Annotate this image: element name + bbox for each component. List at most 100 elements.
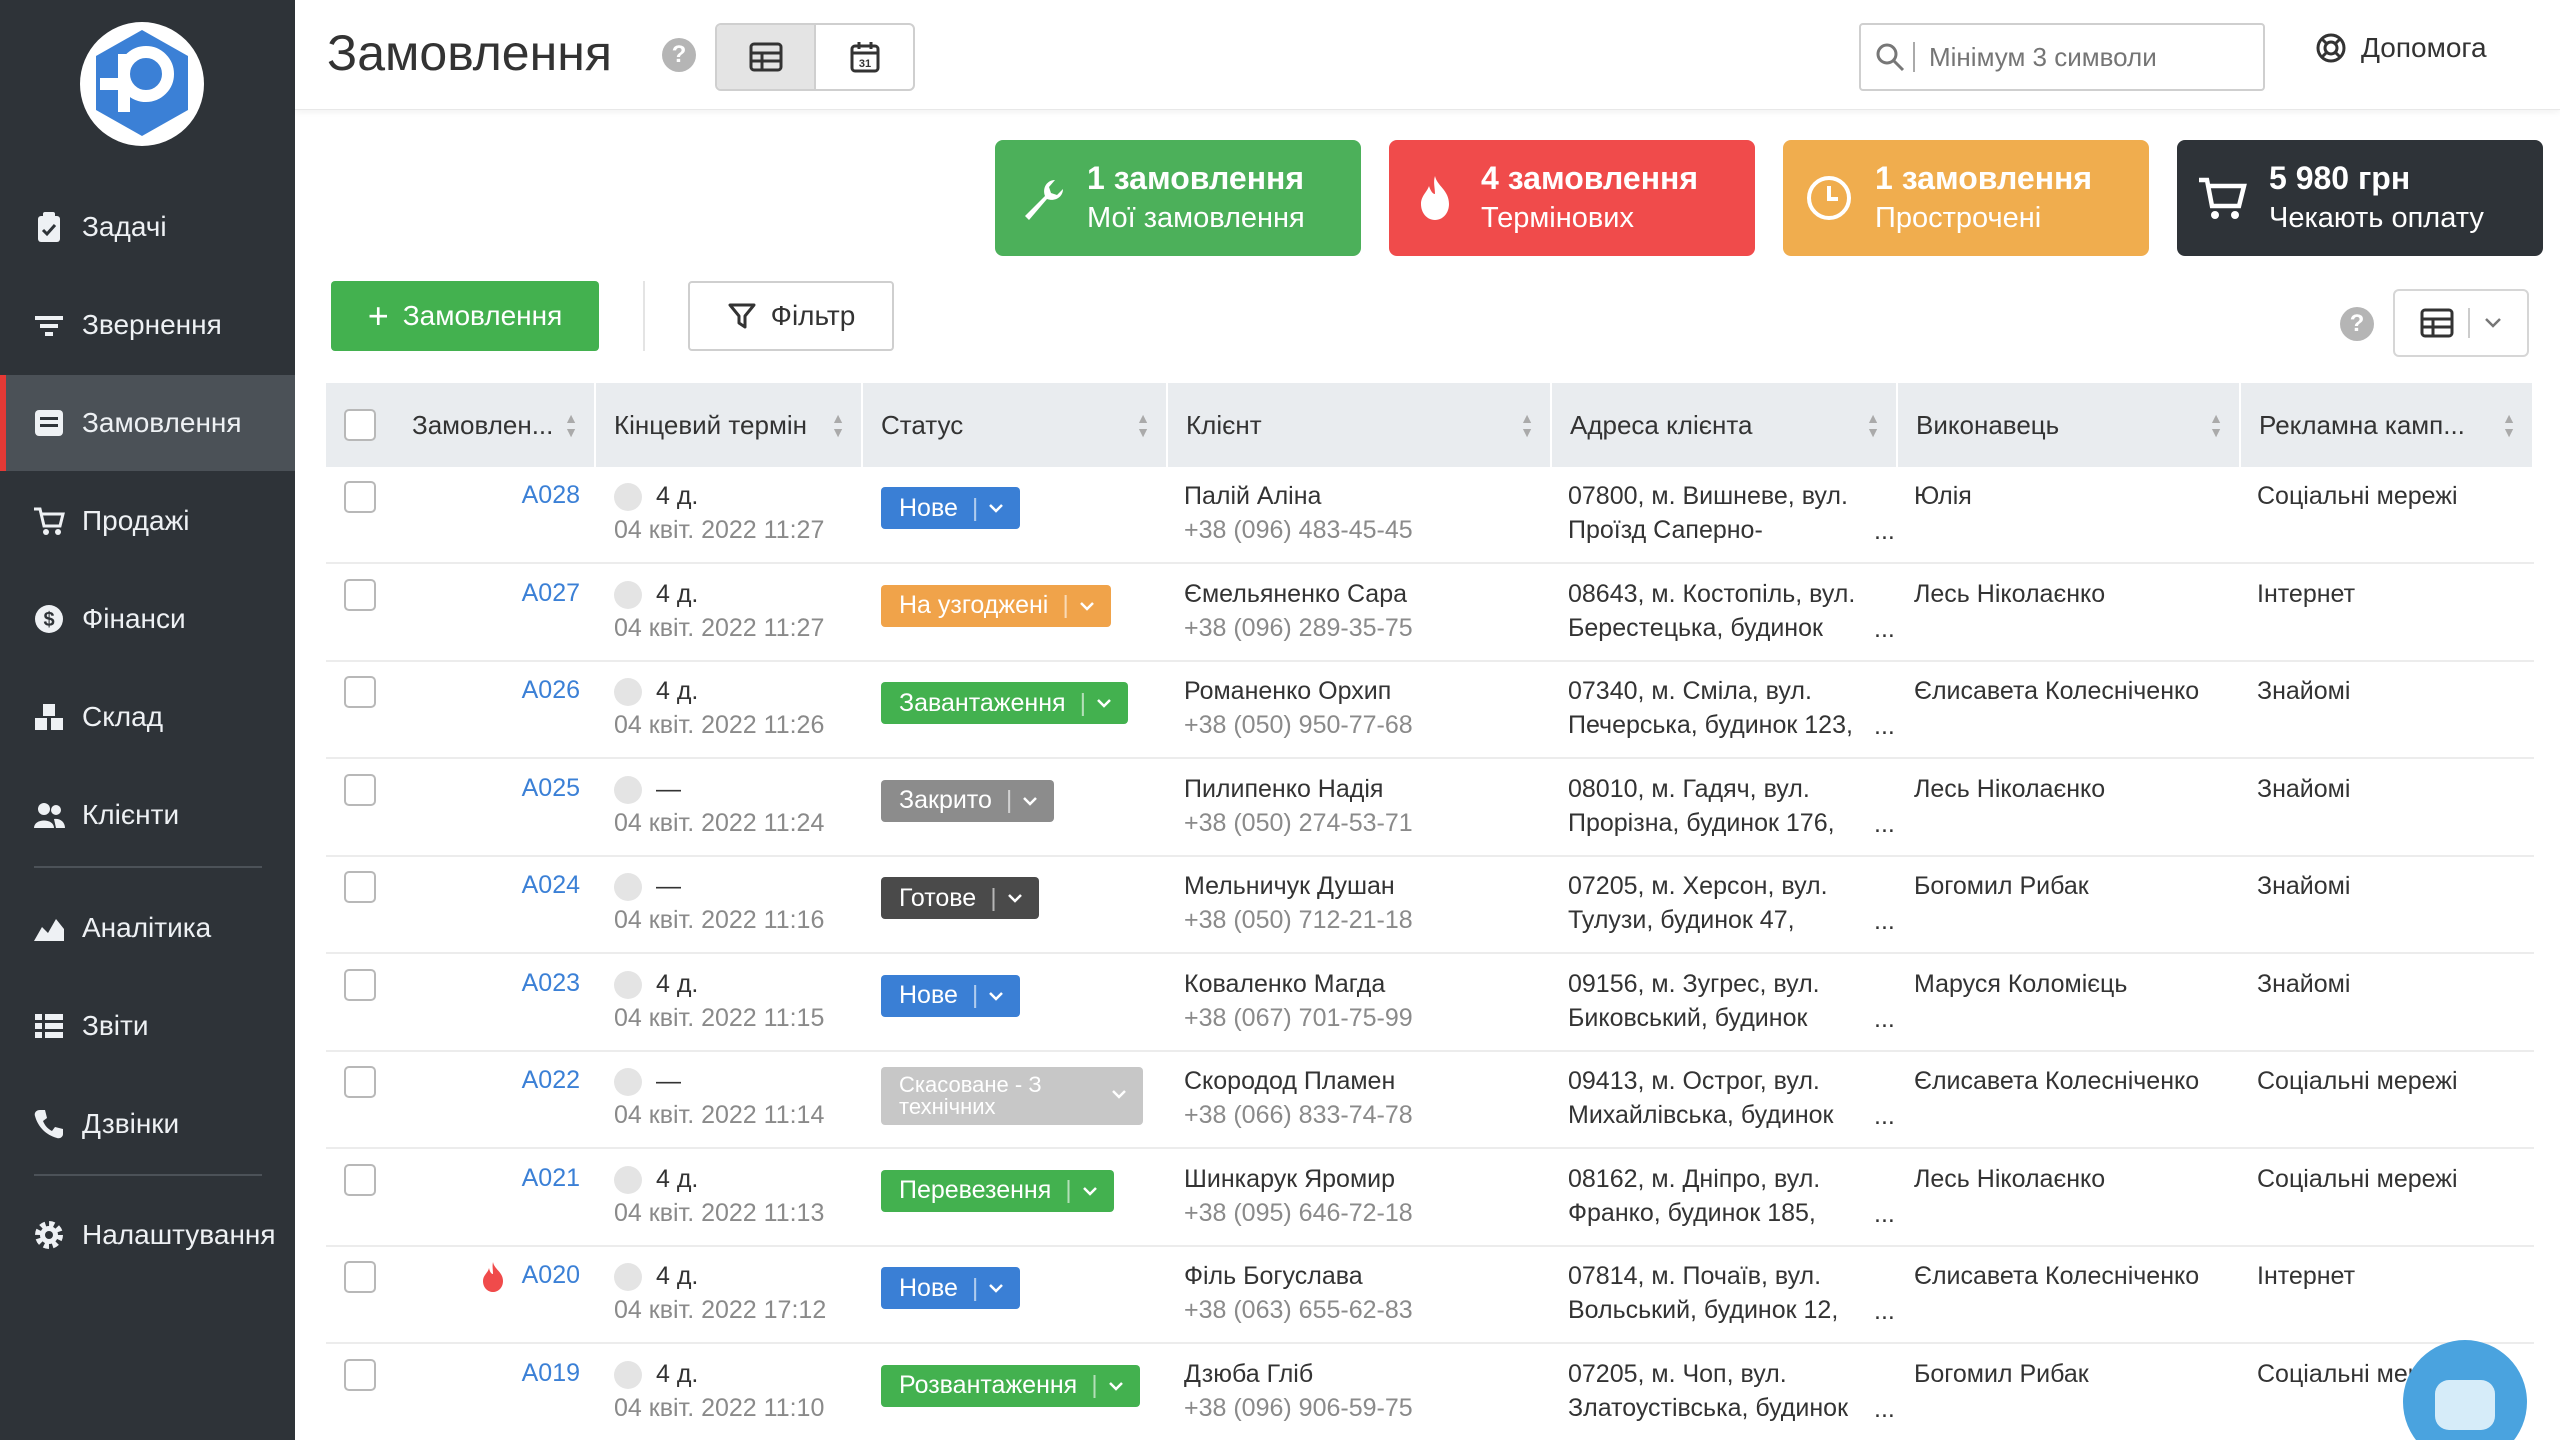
client-address-line2: Тулузи, будинок 47, <box>1568 906 1795 934</box>
row-checkbox[interactable] <box>344 1358 376 1391</box>
stat-card-1[interactable]: 1 замовлення Мої замовлення <box>995 140 1361 256</box>
table-row[interactable]: A024 — 04 квіт. 2022 11:16 Готове | Мельничук… <box>326 857 2534 954</box>
client-name: Мельничук Душан <box>1184 872 1395 900</box>
order-id-link[interactable]: A022 <box>480 1066 580 1095</box>
term-date: 04 квіт. 2022 11:27 <box>614 613 825 642</box>
status-dropdown[interactable]: Розвантаження | <box>881 1364 1140 1407</box>
table-row[interactable]: A026 4 д. 04 квіт. 2022 11:26 Завантаження |… <box>326 662 2534 759</box>
sidebar-divider <box>34 866 262 868</box>
table-row[interactable]: A020 4 д. 04 квіт. 2022 17:12 Нове | Філь Бог… <box>326 1247 2534 1344</box>
executor-name: Єлисавета Колесніченко <box>1914 1067 2200 1095</box>
term-value: 4 д. <box>656 1262 699 1290</box>
calendar-view-button[interactable]: 31 <box>816 25 913 89</box>
order-id-link[interactable]: A020 <box>480 1261 580 1290</box>
table-row[interactable]: A027 4 д. 04 квіт. 2022 11:27 На узгоджені |… <box>326 565 2534 662</box>
column-header-1[interactable]: Замовлен... ▲ ▼ <box>394 383 596 467</box>
status-dropdown[interactable]: Скасоване - З технічних <box>881 1067 1143 1125</box>
column-header-5[interactable]: Адреса клієнта ▲ ▼ <box>1552 383 1898 467</box>
chart-area-icon <box>34 919 64 941</box>
sidebar-item-1[interactable]: Задачі <box>0 179 295 275</box>
order-id-link[interactable]: A023 <box>480 969 580 998</box>
status-label: Скасоване - З технічних <box>899 1072 1042 1119</box>
table-row[interactable]: A025 — 04 квіт. 2022 11:24 Закрито | Пилипенк… <box>326 760 2534 857</box>
order-id-link[interactable]: A019 <box>480 1359 580 1388</box>
table-row[interactable]: A019 4 д. 04 квіт. 2022 11:10 Розвантаження… <box>326 1345 2534 1440</box>
page-title: Замовлення <box>327 25 612 81</box>
term-value: — <box>656 1067 681 1095</box>
row-checkbox[interactable] <box>344 871 376 903</box>
status-dropdown[interactable]: Готове | <box>881 877 1039 919</box>
table-row[interactable]: A023 4 д. 04 квіт. 2022 11:15 Нове | Коваленк… <box>326 955 2534 1052</box>
status-dropdown[interactable]: Закрито | <box>881 779 1055 822</box>
status-dropdown[interactable]: Нове | <box>881 974 1021 1017</box>
term-value: 4 д. <box>656 482 699 510</box>
order-id-link[interactable]: A021 <box>480 1164 580 1193</box>
table-row[interactable]: A021 4 д. 04 квіт. 2022 11:13 Перевезення | Ш… <box>326 1150 2534 1247</box>
sidebar-item-6[interactable]: Склад <box>0 669 295 765</box>
select-all-checkbox[interactable] <box>344 409 376 441</box>
order-id-link[interactable]: A027 <box>480 579 580 608</box>
client-phone: +38 (096) 483-45-45 <box>1184 516 1413 544</box>
table-row[interactable]: A028 4 д. 04 квіт. 2022 11:27 Нове | Палій Ал… <box>326 467 2534 564</box>
term-date: 04 квіт. 2022 11:24 <box>614 808 825 837</box>
address-ellipsis: ... <box>1874 1199 1895 1228</box>
sidebar-item-9[interactable]: Звіти <box>0 978 295 1074</box>
column-header-6[interactable]: Виконавець ▲ ▼ <box>1898 383 2241 467</box>
sidebar-item-2[interactable]: Звернення <box>0 277 295 373</box>
stat-card-2[interactable]: 4 замовлення Термінових <box>1389 140 1755 256</box>
row-checkbox[interactable] <box>344 968 376 1001</box>
table-view-button[interactable] <box>717 25 816 89</box>
column-header-label: Адреса клієнта <box>1570 409 1753 440</box>
client-address-line2: Прорізна, будинок 176, <box>1568 808 1835 837</box>
row-checkbox[interactable] <box>344 773 376 806</box>
order-id-link[interactable]: A025 <box>480 774 580 803</box>
clock-icon <box>614 483 642 511</box>
row-checkbox[interactable] <box>344 1261 376 1293</box>
sidebar-item-10[interactable]: Дзвінки <box>0 1076 295 1172</box>
order-id-link[interactable]: A026 <box>480 676 580 705</box>
help-hint-icon[interactable]: ? <box>662 38 696 72</box>
status-dropdown[interactable]: Завантаження | <box>881 682 1129 724</box>
order-id-link[interactable]: A028 <box>480 481 580 510</box>
app-logo[interactable] <box>80 22 204 146</box>
column-header-3[interactable]: Статус ▲ ▼ <box>863 383 1168 467</box>
executor-name: Єлисавета Колесніченко <box>1914 1262 2200 1290</box>
row-checkbox[interactable] <box>344 578 376 611</box>
table-row[interactable]: A022 — 04 квіт. 2022 11:14 Скасоване - З те… <box>326 1052 2534 1149</box>
row-checkbox[interactable] <box>344 1066 376 1098</box>
stat-card-4[interactable]: 5 980 грн Чекають оплату <box>2177 140 2543 256</box>
chevron-down-icon <box>1079 601 1094 611</box>
row-checkbox[interactable] <box>344 1163 376 1196</box>
table-help-icon[interactable]: ? <box>2340 307 2374 341</box>
sidebar-item-5[interactable]: $ Фінанси <box>0 571 295 667</box>
filter-button[interactable]: Фільтр <box>688 281 894 351</box>
sidebar-item-11[interactable]: Налаштування <box>0 1187 295 1283</box>
status-dropdown[interactable]: Нове | <box>881 1267 1021 1309</box>
status-dropdown[interactable]: Перевезення | <box>881 1169 1114 1212</box>
stat-card-subtitle: Термінових <box>1481 202 1634 234</box>
stat-card-3[interactable]: 1 замовлення Прострочені <box>1783 140 2149 256</box>
column-header-7[interactable]: Рекламна камп... ▲ ▼ <box>2241 383 2534 467</box>
client-address-line1: 07340, м. Сміла, вул. <box>1568 677 1812 705</box>
column-header-4[interactable]: Клієнт ▲ ▼ <box>1168 383 1552 467</box>
columns-settings-button[interactable] <box>2393 289 2529 357</box>
row-checkbox[interactable] <box>344 676 376 708</box>
row-checkbox[interactable] <box>344 481 376 513</box>
status-dropdown[interactable]: На узгоджені | <box>881 584 1111 627</box>
cart-icon <box>34 507 65 535</box>
sidebar-item-3[interactable]: Замовлення <box>0 375 295 471</box>
sidebar: Задачі Звернення Замовлення Продажі $ Фінанси… <box>0 0 295 1440</box>
sidebar-item-4[interactable]: Продажі <box>0 473 295 569</box>
client-phone: +38 (096) 906-59-75 <box>1184 1393 1413 1422</box>
chevron-down-icon <box>1007 894 1022 903</box>
add-order-button[interactable]: + Замовлення <box>331 281 599 351</box>
order-id-link[interactable]: A024 <box>480 871 580 900</box>
sidebar-item-8[interactable]: Аналітика <box>0 880 295 976</box>
search-input[interactable] <box>1929 41 2249 73</box>
sidebar-item-7[interactable]: Клієнти <box>0 767 295 863</box>
client-name: Скородод Пламен <box>1184 1067 1396 1095</box>
column-header-2[interactable]: Кінцевий термін ▲ ▼ <box>596 383 863 467</box>
help-link[interactable]: Допомога <box>2315 32 2487 64</box>
status-dropdown[interactable]: Нове | <box>881 487 1021 529</box>
status-label: Розвантаження <box>899 1371 1078 1399</box>
